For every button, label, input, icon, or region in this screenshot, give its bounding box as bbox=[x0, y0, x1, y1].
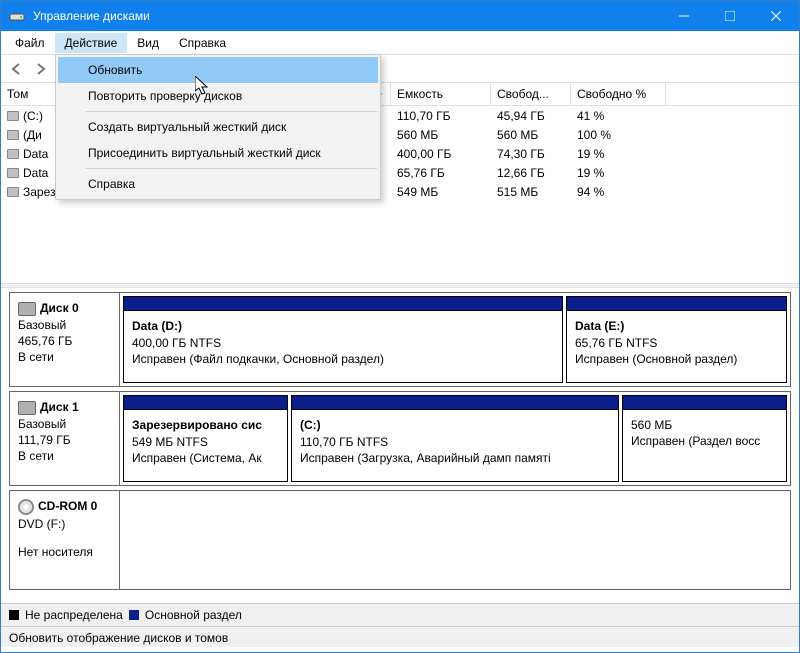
vol-name: (Ди bbox=[23, 128, 42, 142]
partition-size: 110,70 ГБ NTFS bbox=[300, 435, 610, 449]
disk-icon bbox=[18, 401, 36, 415]
vol-pct: 19 % bbox=[571, 165, 666, 181]
partition-size: 400,00 ГБ NTFS bbox=[132, 336, 554, 350]
vol-free: 515 МБ bbox=[491, 184, 571, 200]
minimize-button[interactable] bbox=[661, 1, 707, 31]
vol-pct: 100 % bbox=[571, 127, 666, 143]
volume-icon bbox=[7, 168, 19, 178]
disk-name: CD-ROM 0 bbox=[38, 499, 97, 513]
vol-name: Data bbox=[23, 147, 48, 161]
vol-free: 560 МБ bbox=[491, 127, 571, 143]
disk-label[interactable]: CD-ROM 0 DVD (F:) Нет носителя bbox=[10, 491, 120, 589]
partition[interactable]: (C:) 110,70 ГБ NTFS Исправен (Загрузка, … bbox=[291, 395, 619, 482]
vol-name: Data bbox=[23, 166, 48, 180]
legend-primary: Основной раздел bbox=[145, 608, 242, 622]
partition-header bbox=[567, 297, 786, 311]
disk-row: CD-ROM 0 DVD (F:) Нет носителя bbox=[9, 490, 791, 590]
dropdown-rescan[interactable]: Повторить проверку дисков bbox=[58, 83, 378, 109]
partition-size: 65,76 ГБ NTFS bbox=[575, 336, 778, 350]
partition-header bbox=[124, 297, 562, 311]
volume-icon bbox=[7, 187, 19, 197]
disk-state: В сети bbox=[18, 449, 111, 463]
disk-row: Диск 0 Базовый 465,76 ГБ В сети Data (D:… bbox=[9, 292, 791, 387]
window-title: Управление дисками bbox=[33, 9, 661, 23]
vol-cap: 110,70 ГБ bbox=[391, 108, 491, 124]
partition-status: Исправен (Система, Ак bbox=[132, 451, 279, 465]
app-icon bbox=[9, 8, 25, 24]
partition-status: Исправен (Файл подкачки, Основной раздел… bbox=[132, 352, 554, 366]
partition-header bbox=[292, 396, 618, 410]
partition-title: Data (D:) bbox=[132, 319, 554, 333]
dropdown-help[interactable]: Справка bbox=[58, 171, 378, 197]
vol-free: 12,66 ГБ bbox=[491, 165, 571, 181]
disk-name: Диск 0 bbox=[40, 301, 79, 315]
volume-icon bbox=[7, 111, 19, 121]
dropdown-refresh[interactable]: Обновить bbox=[58, 57, 378, 83]
partition-status: Исправен (Основной раздел) bbox=[575, 352, 778, 366]
disk-size: 465,76 ГБ bbox=[18, 334, 111, 348]
vol-cap: 400,00 ГБ bbox=[391, 146, 491, 162]
disk-row: Диск 1 Базовый 111,79 ГБ В сети Зарезерв… bbox=[9, 391, 791, 486]
vol-pct: 41 % bbox=[571, 108, 666, 124]
menu-action[interactable]: Действие bbox=[55, 33, 128, 53]
partition[interactable]: Data (D:) 400,00 ГБ NTFS Исправен (Файл … bbox=[123, 296, 563, 383]
partition-status: Исправен (Раздел восс bbox=[631, 434, 778, 448]
col-free[interactable]: Свобод... bbox=[491, 83, 571, 105]
partition-title: (C:) bbox=[300, 418, 610, 432]
partition-header bbox=[623, 396, 786, 410]
disk-type: Базовый bbox=[18, 417, 111, 431]
disk-state: Нет носителя bbox=[18, 545, 111, 559]
maximize-button[interactable] bbox=[707, 1, 753, 31]
vol-pct: 94 % bbox=[571, 184, 666, 200]
partition-size: 560 МБ bbox=[631, 418, 778, 432]
legend-unallocated: Не распределена bbox=[25, 608, 123, 622]
disk-label[interactable]: Диск 1 Базовый 111,79 ГБ В сети bbox=[10, 392, 120, 485]
legend-swatch-unallocated bbox=[9, 610, 19, 620]
partition-size: 549 МБ NTFS bbox=[132, 435, 279, 449]
vol-cap: 65,76 ГБ bbox=[391, 165, 491, 181]
menu-help[interactable]: Справка bbox=[169, 33, 236, 53]
action-dropdown: Обновить Повторить проверку дисков Созда… bbox=[55, 54, 381, 200]
disk-name: Диск 1 bbox=[40, 400, 79, 414]
legend-swatch-primary bbox=[129, 610, 139, 620]
vol-free: 45,94 ГБ bbox=[491, 108, 571, 124]
partition-title: Зарезервировано сис bbox=[132, 418, 279, 432]
close-button[interactable] bbox=[753, 1, 799, 31]
col-capacity[interactable]: Емкость bbox=[391, 83, 491, 105]
partition-header bbox=[124, 396, 287, 410]
menu-file[interactable]: Файл bbox=[5, 33, 55, 53]
vol-free: 74,30 ГБ bbox=[491, 146, 571, 162]
disk-state: В сети bbox=[18, 350, 111, 364]
disk-type: DVD (F:) bbox=[18, 517, 111, 531]
col-freepct[interactable]: Свободно % bbox=[571, 83, 666, 105]
partition-title: Data (E:) bbox=[575, 319, 778, 333]
volume-icon bbox=[7, 149, 19, 159]
disk-label[interactable]: Диск 0 Базовый 465,76 ГБ В сети bbox=[10, 293, 120, 386]
dropdown-create-vhd[interactable]: Создать виртуальный жесткий диск bbox=[58, 114, 378, 140]
vol-pct: 19 % bbox=[571, 146, 666, 162]
legend: Не распределена Основной раздел bbox=[1, 603, 799, 626]
cd-icon bbox=[18, 499, 34, 515]
disk-type: Базовый bbox=[18, 318, 111, 332]
menu-view[interactable]: Вид bbox=[127, 33, 169, 53]
partition[interactable]: Data (E:) 65,76 ГБ NTFS Исправен (Основн… bbox=[566, 296, 787, 383]
partition[interactable]: Зарезервировано сис 549 МБ NTFS Исправен… bbox=[123, 395, 288, 482]
status-bar: Обновить отображение дисков и томов bbox=[1, 626, 799, 647]
partition[interactable]: 560 МБ Исправен (Раздел восс bbox=[622, 395, 787, 482]
forward-button[interactable] bbox=[31, 59, 51, 79]
partition-status: Исправен (Загрузка, Аварийный дамп памят… bbox=[300, 451, 610, 465]
vol-name: (C:) bbox=[23, 109, 43, 123]
vol-cap: 560 МБ bbox=[391, 127, 491, 143]
disk-size: 111,79 ГБ bbox=[18, 433, 111, 447]
vol-cap: 549 МБ bbox=[391, 184, 491, 200]
dropdown-attach-vhd[interactable]: Присоединить виртуальный жесткий диск bbox=[58, 140, 378, 166]
disk-icon bbox=[18, 302, 36, 316]
back-button[interactable] bbox=[7, 59, 27, 79]
volume-icon bbox=[7, 130, 19, 140]
